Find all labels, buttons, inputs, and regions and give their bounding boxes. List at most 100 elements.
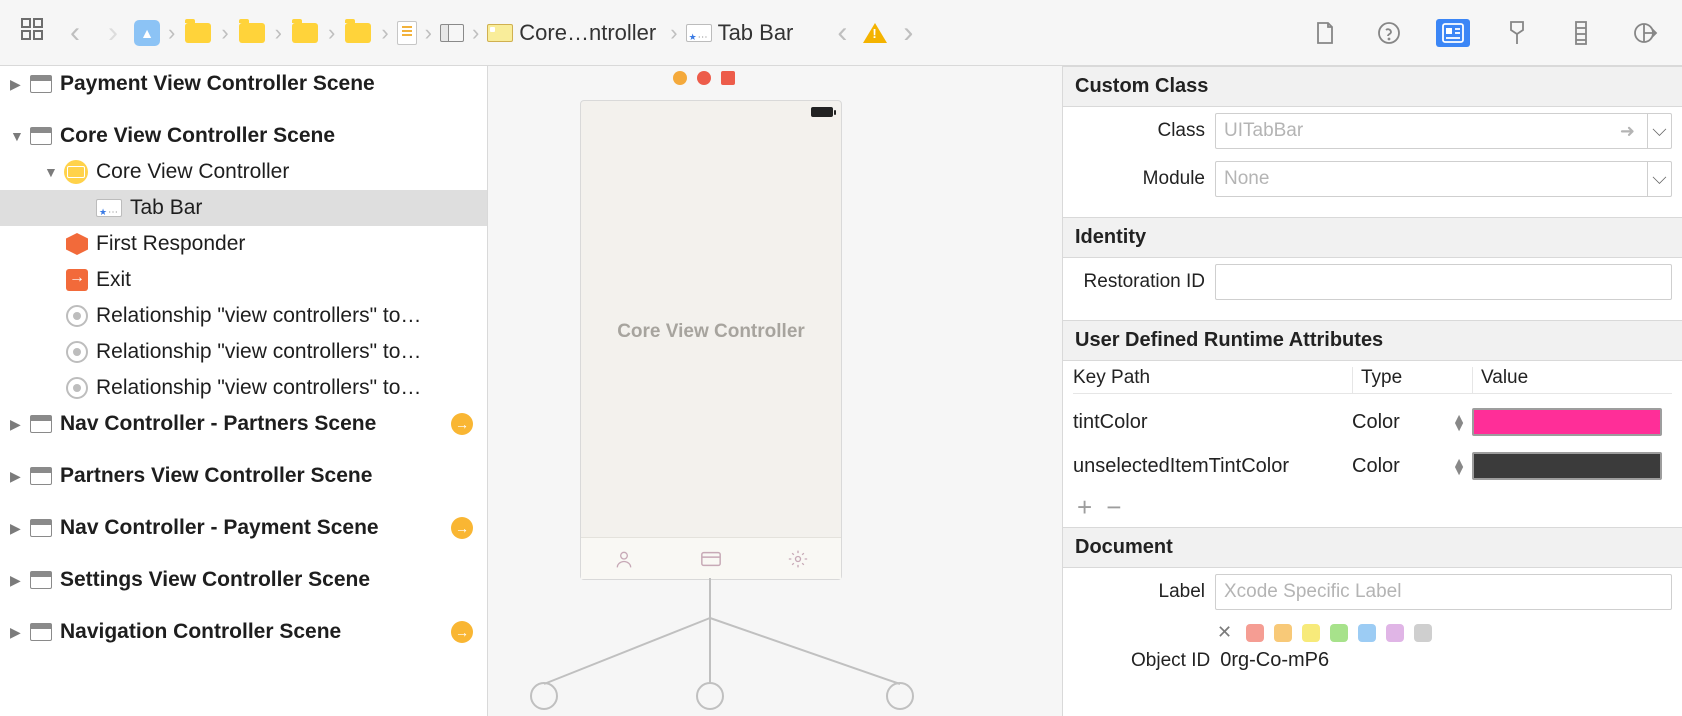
first-responder-icon — [66, 233, 88, 255]
scene-payment-vc[interactable]: ▶ Payment View Controller Scene — [0, 66, 487, 102]
label-chip-yellow[interactable] — [1302, 624, 1320, 642]
scene-navigation-controller[interactable]: ▶ Navigation Controller Scene → — [0, 614, 487, 650]
col-value[interactable]: Value — [1472, 367, 1672, 394]
label-chip-orange[interactable] — [1274, 624, 1292, 642]
label-chip-red[interactable] — [1246, 624, 1264, 642]
disclosure-triangle-icon[interactable]: ▶ — [10, 468, 22, 485]
breadcrumb-folder-3[interactable] — [290, 23, 320, 43]
scene-dot-icon[interactable] — [721, 71, 735, 85]
chevron-right-icon: › — [468, 20, 483, 46]
arrow-right-icon[interactable]: ➜ — [1620, 121, 1635, 142]
nav-forward-button[interactable]: › — [96, 16, 130, 50]
udra-type[interactable]: Color — [1352, 411, 1400, 434]
color-swatch-pink[interactable] — [1472, 408, 1662, 436]
chevron-right-icon: › — [164, 20, 179, 46]
history-back-button[interactable]: ‹ — [825, 16, 859, 50]
related-items-icon[interactable] — [10, 17, 54, 48]
nav-back-button[interactable]: ‹ — [58, 16, 92, 50]
first-responder-item[interactable]: First Responder — [0, 226, 487, 262]
label-color-chips: ✕ — [1063, 616, 1682, 649]
disclosure-triangle-icon[interactable]: ▶ — [10, 572, 22, 589]
breadcrumb-storyboard-file[interactable] — [397, 21, 417, 45]
breadcrumb-folder-2[interactable] — [237, 23, 267, 43]
canvas-placeholder-title: Core View Controller — [581, 321, 841, 343]
doc-label-label: Label — [1073, 581, 1205, 603]
disclosure-triangle-icon[interactable]: ▼ — [10, 128, 22, 144]
breadcrumb-storyboard-scene[interactable] — [440, 24, 464, 42]
col-keypath[interactable]: Key Path — [1073, 367, 1352, 394]
exit-icon — [66, 269, 88, 291]
relationship-segue-1[interactable]: Relationship "view controllers" to… — [0, 298, 487, 334]
device-preview[interactable]: Core View Controller — [580, 100, 842, 580]
relationship-segue-3[interactable]: Relationship "view controllers" to… — [0, 370, 487, 406]
restoration-id-label: Restoration ID — [1073, 271, 1205, 293]
jump-bar: ‹ › ▲ › › › › › › › Core…ntroller › Tab … — [0, 0, 1682, 66]
breadcrumb-tab-bar[interactable]: Tab Bar — [686, 20, 800, 46]
item-label: Tab Bar — [130, 196, 202, 220]
attributes-inspector-tab[interactable] — [1500, 19, 1534, 47]
chevron-right-icon: › — [217, 20, 232, 46]
file-inspector-tab[interactable] — [1308, 19, 1342, 47]
class-field[interactable]: UITabBar ➜ ⌵ — [1215, 113, 1672, 149]
doc-label-field[interactable]: Xcode Specific Label — [1215, 574, 1672, 610]
size-inspector-tab[interactable] — [1564, 19, 1598, 47]
chevron-down-icon[interactable]: ⌵ — [1647, 114, 1671, 148]
interface-builder-canvas[interactable]: Core View Controller — [488, 66, 1062, 716]
chevron-right-icon: › — [666, 20, 681, 46]
label-chip-green[interactable] — [1330, 624, 1348, 642]
udra-row-tintcolor[interactable]: tintColor Color ▲▼ — [1063, 400, 1682, 444]
warning-icon[interactable] — [863, 23, 887, 43]
help-inspector-tab[interactable] — [1372, 19, 1406, 47]
breadcrumb-core-controller[interactable]: Core…ntroller — [487, 20, 662, 46]
scene-icon — [30, 623, 52, 641]
label-chip-blue[interactable] — [1358, 624, 1376, 642]
connections-inspector-tab[interactable] — [1628, 19, 1662, 47]
scene-nav-payment[interactable]: ▶ Nav Controller - Payment Scene → — [0, 510, 487, 546]
restoration-id-field[interactable] — [1215, 264, 1672, 300]
scene-core-vc[interactable]: ▼ Core View Controller Scene — [0, 118, 487, 154]
disclosure-triangle-icon[interactable]: ▶ — [10, 76, 22, 93]
stepper-icon[interactable]: ▲▼ — [1452, 458, 1472, 474]
scene-dot-icon[interactable] — [673, 71, 687, 85]
segue-icon — [66, 377, 88, 399]
udra-keypath[interactable]: unselectedItemTintColor — [1073, 455, 1352, 478]
scene-settings-vc[interactable]: ▶ Settings View Controller Scene — [0, 562, 487, 598]
scene-nav-partners[interactable]: ▶ Nav Controller - Partners Scene → — [0, 406, 487, 442]
add-attribute-button[interactable]: + — [1077, 492, 1092, 523]
udra-type[interactable]: Color — [1352, 455, 1400, 478]
udra-row-unselected[interactable]: unselectedItemTintColor Color ▲▼ — [1063, 444, 1682, 488]
disclosure-triangle-icon[interactable]: ▶ — [10, 416, 22, 433]
chevron-down-icon[interactable]: ⌵ — [1647, 162, 1671, 196]
col-type[interactable]: Type — [1352, 367, 1472, 394]
identity-inspector-tab[interactable] — [1436, 19, 1470, 47]
disclosure-triangle-icon[interactable]: ▶ — [10, 624, 22, 641]
scene-partners-vc[interactable]: ▶ Partners View Controller Scene — [0, 458, 487, 494]
exit-item[interactable]: Exit — [0, 262, 487, 298]
clear-label-button[interactable]: ✕ — [1217, 622, 1236, 643]
stepper-icon[interactable]: ▲▼ — [1452, 414, 1472, 430]
breadcrumb-project[interactable]: ▲ — [134, 20, 160, 46]
udra-add-remove: + − — [1063, 488, 1682, 528]
scene-icon — [30, 127, 52, 145]
module-field[interactable]: None ⌵ — [1215, 161, 1672, 197]
scene-icon — [30, 519, 52, 537]
core-view-controller[interactable]: ▼ Core View Controller — [0, 154, 487, 190]
breadcrumb-folder-1[interactable] — [183, 23, 213, 43]
label-chip-purple[interactable] — [1386, 624, 1404, 642]
label-chip-gray[interactable] — [1414, 624, 1432, 642]
color-swatch-dark[interactable] — [1472, 452, 1662, 480]
chevron-right-icon: › — [421, 20, 436, 46]
remove-attribute-button[interactable]: − — [1106, 492, 1121, 523]
segue-icon — [66, 341, 88, 363]
item-label: First Responder — [96, 232, 245, 256]
udra-keypath[interactable]: tintColor — [1073, 411, 1352, 434]
tab-bar-item[interactable]: Tab Bar — [0, 190, 487, 226]
scene-icon — [30, 571, 52, 589]
breadcrumb-folder-4[interactable] — [343, 23, 373, 43]
person-icon — [614, 549, 634, 569]
history-forward-button[interactable]: › — [891, 16, 925, 50]
disclosure-triangle-icon[interactable]: ▶ — [10, 520, 22, 537]
relationship-segue-2[interactable]: Relationship "view controllers" to… — [0, 334, 487, 370]
scene-dot-icon[interactable] — [697, 71, 711, 85]
disclosure-triangle-icon[interactable]: ▼ — [44, 164, 56, 180]
